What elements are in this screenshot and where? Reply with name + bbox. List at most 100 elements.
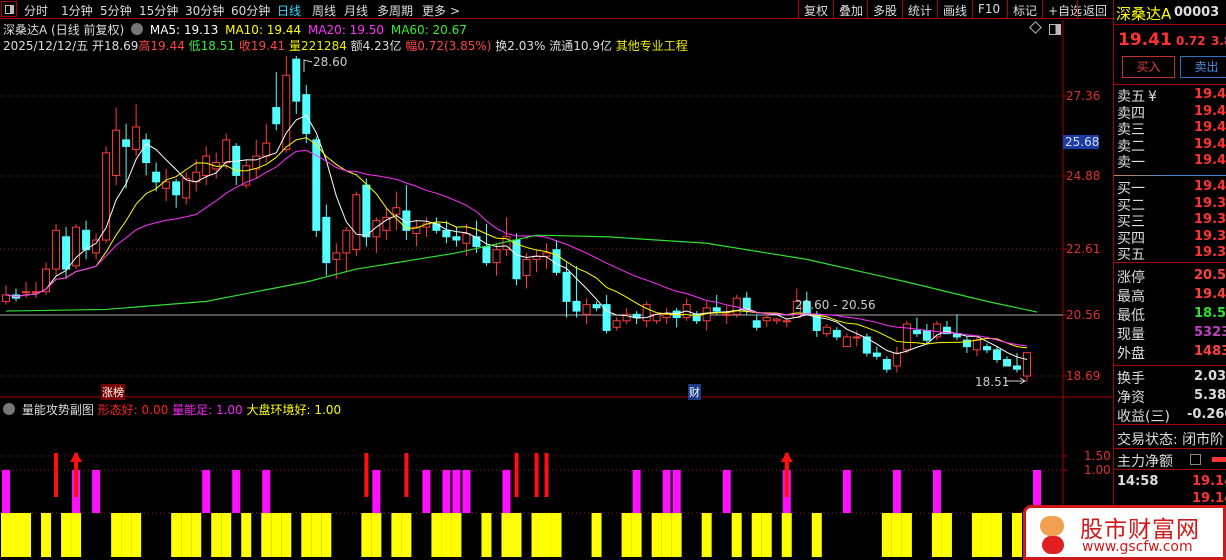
indicator-bar-yellow (451, 513, 462, 557)
main-net-label: 主力净额 (1117, 454, 1173, 470)
indicator-bar-yellow (991, 513, 1002, 557)
collapse-icon[interactable] (3, 403, 15, 415)
watermark-url: www.gscfw.com (1082, 539, 1193, 555)
candle-down (712, 307, 721, 312)
candle-down (312, 139, 321, 231)
sell-button[interactable]: 卖出 (1180, 56, 1226, 78)
candle-down (1002, 359, 1011, 367)
candle-down (832, 329, 841, 338)
indicator-bar-magenta (672, 470, 681, 513)
candle-up (2, 294, 10, 302)
bid-price[interactable]: 19.39 (1194, 196, 1226, 211)
candle-up (1023, 352, 1031, 377)
indicator-bar-yellow (731, 513, 742, 557)
indicator-bar-yellow (551, 513, 562, 557)
candle-up (162, 181, 171, 189)
stat-label: 换手 (1117, 371, 1145, 387)
candle-down (482, 245, 491, 264)
indicator-bar-magenta (202, 470, 211, 513)
candle-down (442, 229, 451, 238)
stat-value: 148329 (1194, 344, 1226, 359)
pct-change: 3.85% (1211, 34, 1226, 48)
indicator-bar-magenta (372, 470, 381, 513)
indicator-bar-yellow (541, 513, 552, 557)
indicator-bar-yellow (71, 513, 82, 557)
indicator-bar-magenta (892, 470, 901, 513)
candle-down (752, 320, 761, 328)
candle-down (292, 58, 301, 102)
indicator-bar-yellow (901, 513, 912, 557)
indicator-bar-yellow (631, 513, 642, 557)
indicator-bar-yellow (171, 513, 182, 557)
stat-row: 外盘 148329 (1117, 343, 1226, 362)
indicator-bar-red (534, 453, 539, 497)
candle-down (302, 94, 311, 134)
sub-series-2: 量能足: 1.00 (172, 403, 243, 417)
ask-price[interactable]: 19.41 (1194, 153, 1226, 168)
candle-down (322, 216, 331, 264)
candle-down (552, 249, 561, 273)
candle-up (92, 239, 101, 254)
stat-label: 最低 (1117, 308, 1145, 324)
price-change: 0.72 (1176, 34, 1206, 48)
low-annotation: 18.51 (975, 375, 1010, 389)
high-marker (303, 59, 313, 72)
stat-value: 19.44 (1194, 287, 1226, 302)
candle-down (872, 352, 881, 357)
indicator-bar-magenta (232, 470, 241, 513)
indicator-bar-yellow (931, 513, 942, 557)
indicator-bar-yellow (271, 513, 282, 557)
indicator-bar-magenta (662, 470, 671, 513)
indicator-bar-magenta (262, 470, 271, 513)
tick-price: 19.14 (1192, 491, 1226, 506)
candle-down (272, 107, 281, 125)
indicator-bar-yellow (971, 513, 982, 557)
indicator-bar-magenta (92, 470, 101, 513)
stat-value: -0.260 (1187, 407, 1226, 422)
ask-price[interactable]: 19.44 (1194, 104, 1226, 119)
sub-legend: 量能攻势副图 形态好: 0.00 量能足: 1.00 大盘环境好: 1.00 (3, 401, 341, 418)
indicator-bar-yellow (211, 513, 222, 557)
sub-series-3: 大盘环境好: 1.00 (246, 403, 342, 417)
bid-price[interactable]: 19.40 (1194, 179, 1226, 194)
ask-price[interactable]: 19.42 (1194, 137, 1226, 152)
buy-button[interactable]: 买入 (1122, 56, 1175, 78)
candle-up (202, 155, 211, 176)
ask-price[interactable]: 19.43 (1194, 120, 1226, 135)
finance-badge[interactable]: 财 (688, 384, 701, 400)
high-annotation: 28.60 (313, 55, 348, 69)
bid-price[interactable]: 19.36 (1194, 245, 1226, 260)
bid-row: 买四19.37 (1117, 228, 1226, 247)
ask-price[interactable]: 19.45 (1194, 87, 1226, 102)
candle-down (572, 300, 581, 312)
limit-up-badge[interactable]: 涨榜 (101, 384, 125, 400)
candle-up (132, 126, 141, 151)
indicator-bar-magenta (722, 470, 731, 513)
indicator-bar-yellow (61, 513, 72, 557)
indicator-bar-yellow (301, 513, 312, 557)
list-icon[interactable] (1190, 454, 1201, 465)
kline-chart[interactable] (0, 0, 1113, 560)
indicator-bar-red (404, 453, 409, 497)
ask-row: 卖四19.44 (1117, 103, 1226, 122)
stat-row: 涨停 20.56 (1117, 267, 1226, 286)
indicator-bar-yellow (891, 513, 902, 557)
candle-up (582, 304, 591, 315)
indicator-bar-magenta (2, 470, 10, 513)
indicator-bar-red (54, 453, 59, 497)
indicator-bar-yellow (1, 513, 11, 557)
arrow-shaft (784, 460, 789, 497)
last-price: 19.41 (1118, 30, 1172, 50)
candle-up (662, 313, 671, 319)
stat-row: 最高 19.44 (1117, 286, 1226, 305)
indicator-bar-yellow (191, 513, 202, 557)
indicator-bar-yellow (431, 513, 442, 557)
bid-price[interactable]: 19.38 (1194, 212, 1226, 227)
ask-row: 卖一 19.41 (1117, 152, 1226, 171)
bid-row: 买二19.39 (1117, 195, 1226, 214)
indicator-bar-yellow (21, 513, 32, 557)
bid-price[interactable]: 19.37 (1194, 229, 1226, 244)
indicator-bar-yellow (111, 513, 122, 557)
candle-up (222, 139, 231, 163)
candle-up (52, 229, 61, 270)
